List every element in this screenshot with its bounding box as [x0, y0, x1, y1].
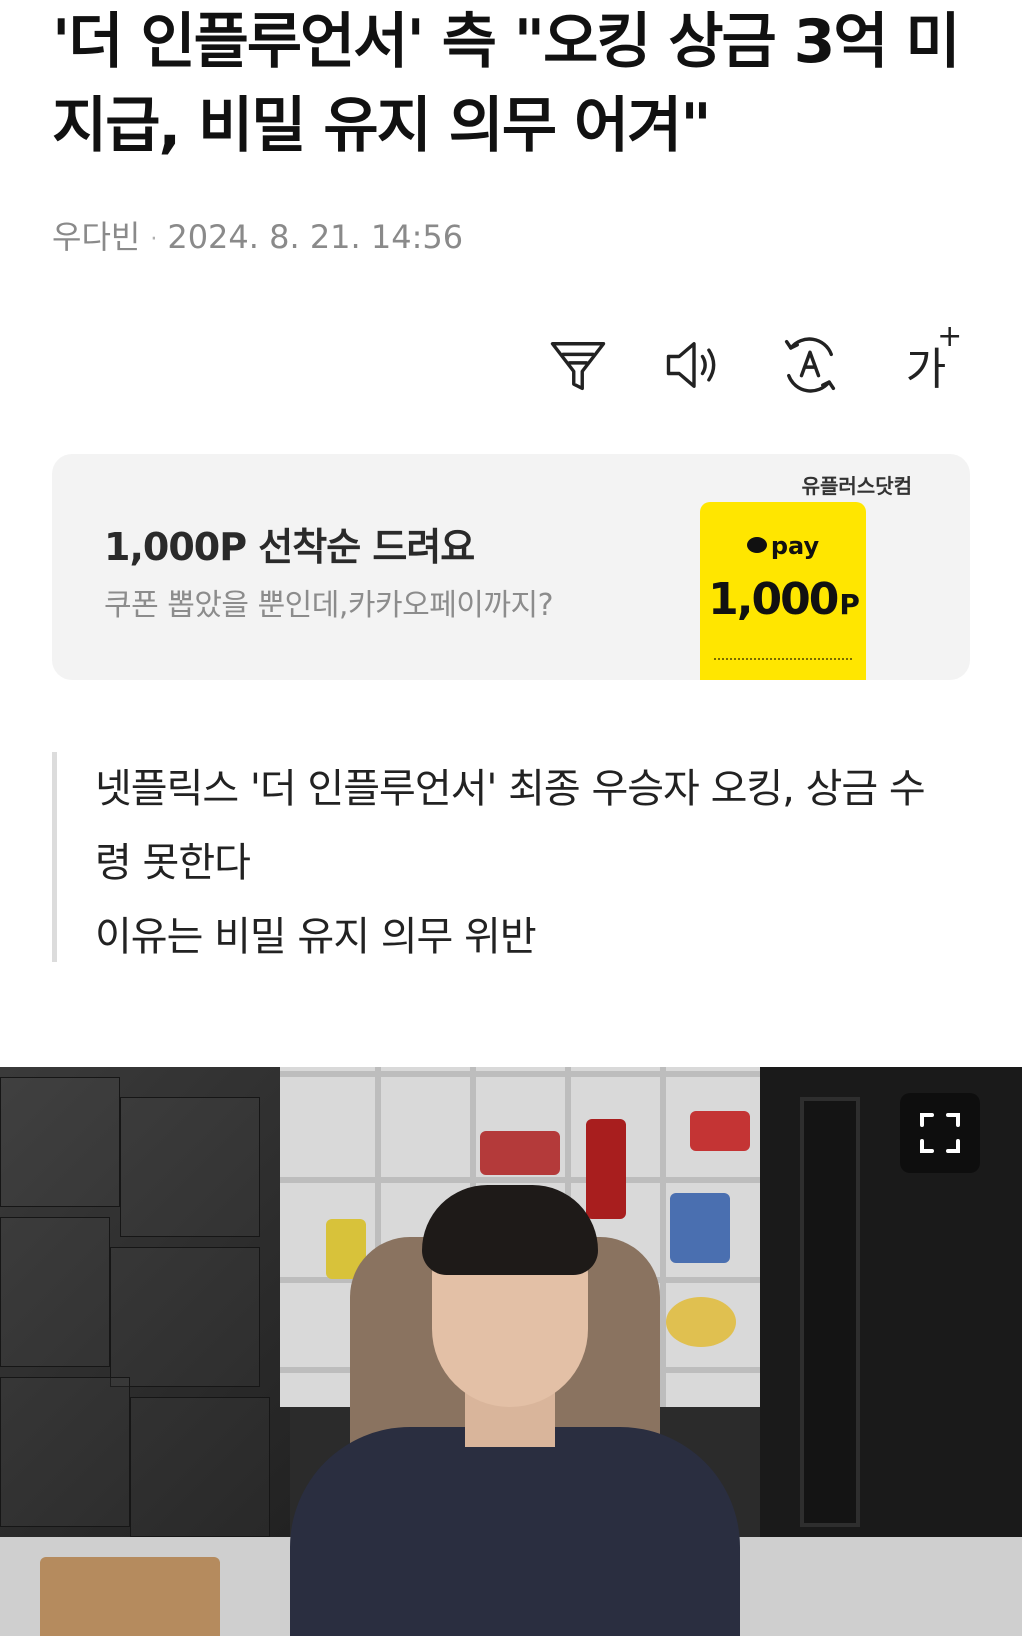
video-frame-panel [0, 1077, 120, 1207]
translate-icon [784, 337, 836, 393]
font-size-label: 가 + [906, 319, 962, 397]
chat-bubble-icon [746, 537, 767, 553]
summary-line: 넷플릭스 '더 인플루언서' 최종 우승자 오킹, 상금 수령 못한다 [95, 766, 926, 886]
shelf-board [280, 1071, 760, 1077]
video-frame-door-panel [800, 1097, 860, 1527]
font-size-button[interactable]: 가 + [890, 319, 962, 401]
summary-button[interactable] [542, 329, 614, 401]
video-frame-panel [110, 1247, 260, 1387]
ad-banner[interactable]: 유플러스닷컴 1,000P 선착순 드려요 쿠폰 뽑았을 뿐인데,카카오페이까지… [52, 454, 970, 680]
article-meta: 우다빈 · 2024. 8. 21. 14:56 [52, 212, 463, 258]
article-toolbar: 가 + [542, 319, 962, 401]
shelf-divider [660, 1067, 666, 1407]
article-summary: 넷플릭스 '더 인플루언서' 최종 우승자 오킹, 상금 수령 못한다 이유는 … [52, 752, 952, 962]
video-frame-panel [0, 1217, 110, 1367]
meta-separator: · [150, 226, 158, 252]
ad-subtitle: 쿠폰 뽑았을 뿐인데,카카오페이까지? [104, 588, 554, 623]
video-player[interactable] [0, 1067, 1022, 1636]
fullscreen-icon [920, 1113, 960, 1153]
font-size-plus: + [937, 319, 963, 354]
coupon-amount-value: 1,000 [708, 574, 839, 625]
translate-button[interactable] [774, 329, 846, 401]
video-frame-box [40, 1557, 220, 1636]
article-headline: '더 인플루언서' 측 "오킹 상금 3억 미지급, 비밀 유지 의무 어겨" [52, 7, 961, 161]
shelf-board [280, 1177, 760, 1183]
summary-line: 이유는 비밀 유지 의무 위반 [95, 914, 537, 960]
video-frame-person [422, 1185, 598, 1275]
video-frame-panel [130, 1397, 270, 1537]
shelf-figure [670, 1193, 730, 1263]
shelf-figure [480, 1131, 560, 1175]
speaker-icon [666, 342, 716, 388]
coupon-divider [714, 658, 852, 660]
listen-button[interactable] [658, 329, 730, 401]
coupon-pay-text: pay [770, 532, 820, 560]
video-frame-panel [0, 1377, 130, 1527]
author-name[interactable]: 우다빈 [52, 218, 140, 256]
shelf-figure [690, 1111, 750, 1151]
publish-date: 2024. 8. 21. 14:56 [167, 218, 464, 256]
coupon-unit: P [839, 588, 859, 621]
shelf-figure [666, 1297, 736, 1347]
article-page: '더 인플루언서' 측 "오킹 상금 3억 미지급, 비밀 유지 의무 어겨" … [0, 0, 1024, 1636]
ad-brand: 유플러스닷컴 [801, 474, 912, 498]
ad-title: 1,000P 선착순 드려요 [104, 525, 475, 569]
coupon-graphic: pay 1,000P [700, 502, 866, 680]
coupon-amount: 1,000P [700, 574, 866, 625]
kakaopay-logo: pay [700, 532, 866, 560]
funnel-icon [550, 342, 606, 391]
shelf-figure [586, 1119, 626, 1219]
fullscreen-button[interactable] [900, 1093, 980, 1173]
video-frame-panel [120, 1097, 260, 1237]
video-frame-person [290, 1427, 740, 1636]
